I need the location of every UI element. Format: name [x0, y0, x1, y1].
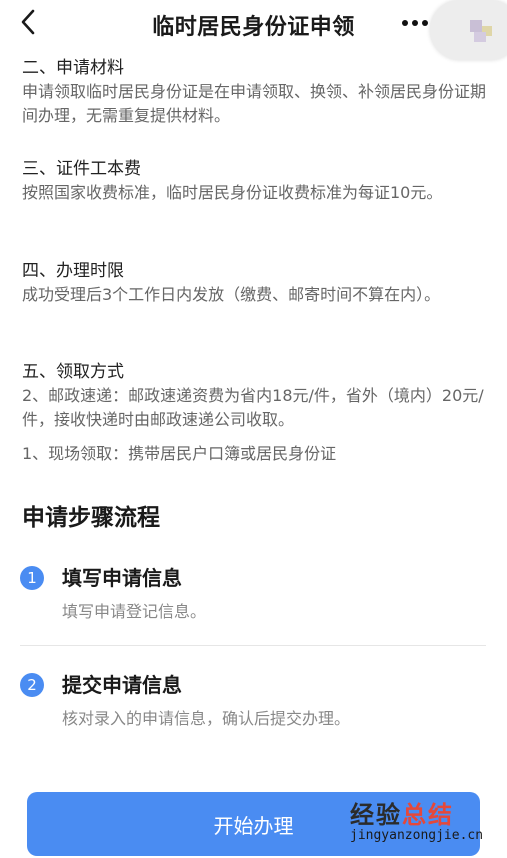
- section-heading: 四、办理时限: [22, 261, 124, 281]
- section-body: 申请领取临时居民身份证是在申请领取、换领、补领居民身份证期间办理，无需重复提供材…: [22, 82, 487, 125]
- more-dots-icon: [402, 20, 408, 26]
- step-description: 核对录入的申请信息，确认后提交办理。: [62, 709, 351, 728]
- section-time-limit: 四、办理时限 成功受理后3个工作日内发放（缴费、邮寄时间不算在内）。: [22, 259, 490, 307]
- step-number-badge: 1: [20, 566, 44, 590]
- step-title: 填写申请信息: [62, 566, 182, 590]
- step-number-badge: 2: [20, 673, 44, 697]
- start-button[interactable]: 开始办理: [27, 792, 480, 856]
- section-body: 1、现场领取：携带居民户口簿或居民身份证: [22, 444, 337, 463]
- step-description: 填写申请登记信息。: [62, 602, 207, 621]
- section-pickup-method: 五、领取方式 2、邮政速递：邮政速递资费为省内18元/件，省外（境内）20元/件…: [22, 360, 490, 466]
- section-body: 按照国家收费标准，临时居民身份证收费标准为每证10元。: [22, 183, 443, 202]
- section-body: 2、邮政速递：邮政速递资费为省内18元/件，省外（境内）20元/件，接收快递时由…: [22, 386, 484, 429]
- step-title: 提交申请信息: [62, 673, 182, 697]
- steps-title: 申请步骤流程: [22, 505, 160, 531]
- mini-program-capsule: [390, 0, 507, 60]
- start-button-label: 开始办理: [213, 813, 294, 838]
- section-heading: 三、证件工本费: [22, 159, 141, 179]
- section-heading: 五、领取方式: [22, 362, 124, 382]
- section-body: 成功受理后3个工作日内发放（缴费、邮寄时间不算在内）。: [22, 285, 441, 304]
- section-materials: 二、申请材料 申请领取临时居民身份证是在申请领取、换领、补领居民身份证期间办理，…: [22, 56, 490, 128]
- top-nav-bar: 临时居民身份证申领: [0, 0, 507, 60]
- divider: [20, 645, 486, 646]
- section-heading: 二、申请材料: [22, 58, 124, 78]
- page: 临时居民身份证申领 二、申请材料 申请领取临时居民身份证是在申请领取、换领、补领…: [0, 0, 507, 858]
- avatar[interactable]: [430, 0, 507, 60]
- section-fee: 三、证件工本费 按照国家收费标准，临时居民身份证收费标准为每证10元。: [22, 157, 490, 205]
